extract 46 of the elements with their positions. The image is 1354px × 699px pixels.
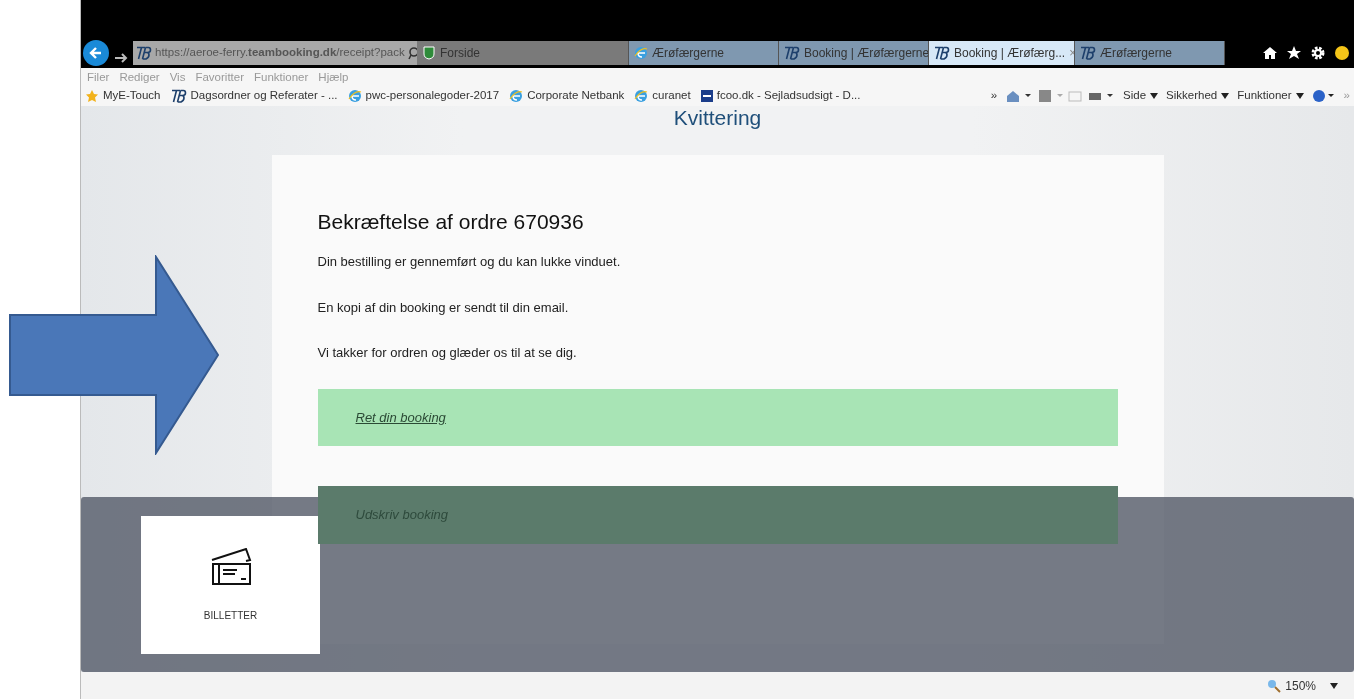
favorite-link[interactable]: pwc-personalegoder-2017 (347, 87, 500, 105)
favorite-link[interactable]: MyE-Touch (85, 87, 161, 105)
globe-e-icon (347, 89, 362, 103)
site-logo-icon (1080, 46, 1096, 60)
browser-tab[interactable]: Ærøfærgerne (629, 41, 779, 65)
caret-icon (1295, 93, 1304, 99)
back-button[interactable] (83, 40, 109, 66)
message-text: Vi takker for ordren og glæder os til at se dig. (317, 344, 578, 363)
command-icons-icon[interactable] (1005, 89, 1116, 103)
url-text: https://aeroe-ferry.teambooking.dk/receipt?pack (155, 45, 405, 61)
command-menu[interactable]: Sikkerhed (1166, 87, 1230, 105)
favorite-link[interactable]: fcoo.dk - Sejladsudsigt - D... (700, 87, 861, 105)
message-text: Din bestilling er gennemført og du kan lukke vinduet. (317, 253, 622, 272)
order-title: Bekræftelse af ordre 670936 (317, 209, 585, 235)
globe-e-icon (509, 89, 524, 103)
favorite-link[interactable]: Dagsordner og Referater - ... (170, 87, 338, 105)
favorite-link[interactable]: curanet (634, 87, 691, 105)
browser-tab[interactable]: Booking | Ærøfærgerne (779, 41, 929, 65)
browser-tab[interactable]: Ærøfærgerne (1075, 41, 1225, 65)
globe-e-icon (634, 46, 648, 60)
site-logo-icon (784, 46, 800, 60)
caret-icon (1150, 93, 1159, 99)
star-icon (85, 89, 99, 103)
site-icon (700, 90, 713, 102)
command-menu[interactable]: Funktioner (1237, 87, 1304, 105)
page-heading: Kvittering (673, 106, 762, 130)
command-menu[interactable]: Side (1123, 87, 1159, 105)
message-text: En kopi af din booking er sendt til din email. (317, 298, 570, 317)
site-logo-icon (136, 46, 152, 60)
site-logo-icon (170, 89, 187, 103)
help-icon[interactable] (1311, 89, 1336, 103)
site-logo-icon (934, 46, 950, 60)
favorites-star-icon[interactable] (1286, 45, 1302, 61)
zoom-level[interactable]: 150% (1267, 676, 1316, 695)
globe-e-icon (634, 89, 649, 103)
home-icon[interactable] (1262, 45, 1278, 61)
crest-icon (422, 46, 436, 60)
zoom-icon (1267, 678, 1282, 693)
favorite-link[interactable]: Corporate Netbank (509, 87, 625, 105)
caret-icon (1221, 93, 1230, 99)
back-arrow-icon (89, 46, 103, 60)
zoom-dropdown-icon[interactable] (1330, 682, 1338, 689)
settings-icon[interactable] (1310, 45, 1326, 61)
more-favorites-button[interactable]: » (990, 87, 998, 105)
tickets-tile[interactable]: BILLETTER (141, 516, 320, 654)
action-button[interactable]: Ret din booking (317, 388, 1118, 447)
